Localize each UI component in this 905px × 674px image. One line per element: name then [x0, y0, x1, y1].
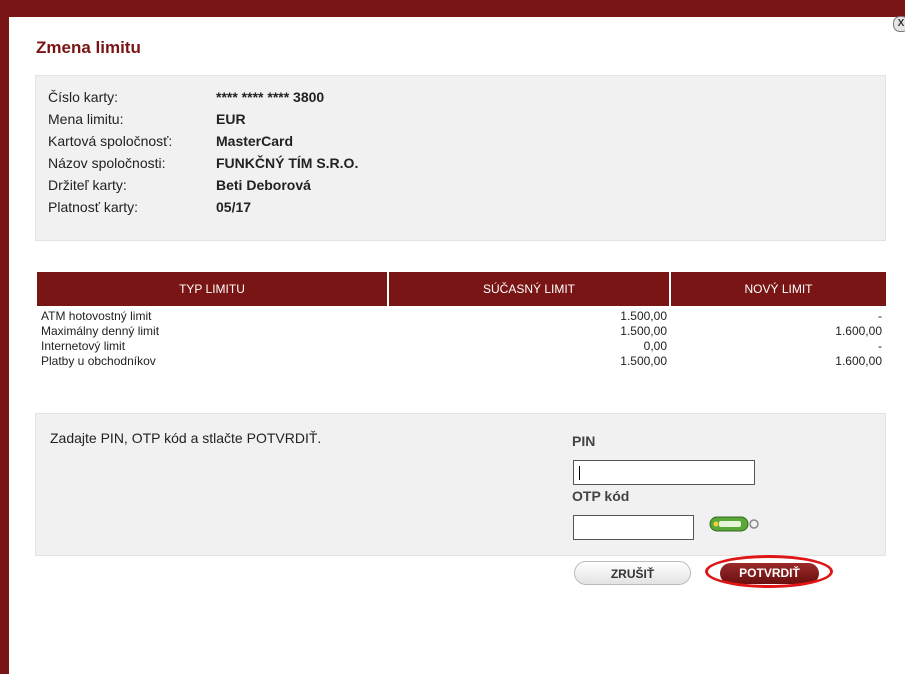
company-name-value: FUNKČNÝ TÍM S.R.O. [216, 155, 359, 171]
card-expiry-value: 05/17 [216, 199, 252, 215]
limit-currency-label: Mena limitu: [48, 111, 124, 127]
current-limit-cell: 1.500,00 [620, 324, 667, 338]
card-number-value: **** **** **** 3800 [216, 89, 325, 105]
table-row: ATM hotovostný limit 1.500,00 - [37, 309, 886, 324]
confirm-button[interactable]: POTVRDIŤ [720, 563, 819, 584]
card-holder-value: Beti Deborová [216, 177, 311, 193]
window-frame-left [0, 0, 9, 674]
dialog-title: Zmena limitu [36, 38, 141, 57]
column-header-current-limit: SÚČASNÝ LIMIT [389, 272, 671, 306]
limit-currency-value: EUR [216, 111, 246, 127]
pin-label: PIN [572, 433, 596, 449]
close-icon[interactable]: X [893, 16, 905, 32]
cancel-button[interactable]: ZRUŠIŤ [574, 561, 691, 585]
column-header-new-limit: NOVÝ LIMIT [671, 272, 886, 306]
otp-input[interactable] [573, 515, 694, 540]
limit-type-cell: Platby u obchodníkov [41, 354, 156, 368]
card-number-label: Číslo karty: [48, 89, 119, 105]
card-holder-label: Držiteľ karty: [48, 177, 127, 193]
card-company-label: Kartová spoločnosť: [48, 133, 173, 149]
current-limit-cell: 0,00 [643, 339, 667, 353]
limits-table: TYP LIMITU SÚČASNÝ LIMIT NOVÝ LIMIT ATM … [37, 272, 886, 369]
otp-token-icon [709, 516, 759, 532]
table-row: Platby u obchodníkov 1.500,00 1.600,00 [37, 354, 886, 369]
new-limit-cell: 1.600,00 [835, 354, 882, 368]
limit-type-cell: Internetový limit [41, 339, 126, 353]
column-header-limit-type: TYP LIMITU [37, 272, 389, 306]
text-cursor [579, 466, 580, 480]
table-row: Internetový limit 0,00 - [37, 339, 886, 354]
current-limit-cell: 1.500,00 [620, 354, 667, 368]
new-limit-cell: 1.600,00 [835, 324, 882, 338]
limit-type-cell: ATM hotovostný limit [41, 309, 152, 323]
current-limit-cell: 1.500,00 [620, 309, 667, 323]
pin-input[interactable] [573, 460, 755, 485]
new-limit-cell: - [878, 309, 882, 323]
otp-label: OTP kód [572, 488, 630, 504]
card-info-panel: Číslo karty: **** **** **** 3800 Mena li… [35, 75, 886, 241]
card-company-value: MasterCard [216, 133, 294, 149]
company-name-label: Názov spoločnosti: [48, 155, 166, 171]
card-expiry-label: Platnosť karty: [48, 199, 139, 215]
authorization-instruction: Zadajte PIN, OTP kód a stlačte POTVRDIŤ. [50, 430, 322, 446]
authorization-panel: Zadajte PIN, OTP kód a stlačte POTVRDIŤ.… [35, 413, 886, 556]
limit-type-cell: Maximálny denný limit [41, 324, 160, 338]
table-row: Maximálny denný limit 1.500,00 1.600,00 [37, 324, 886, 339]
new-limit-cell: - [878, 339, 882, 353]
